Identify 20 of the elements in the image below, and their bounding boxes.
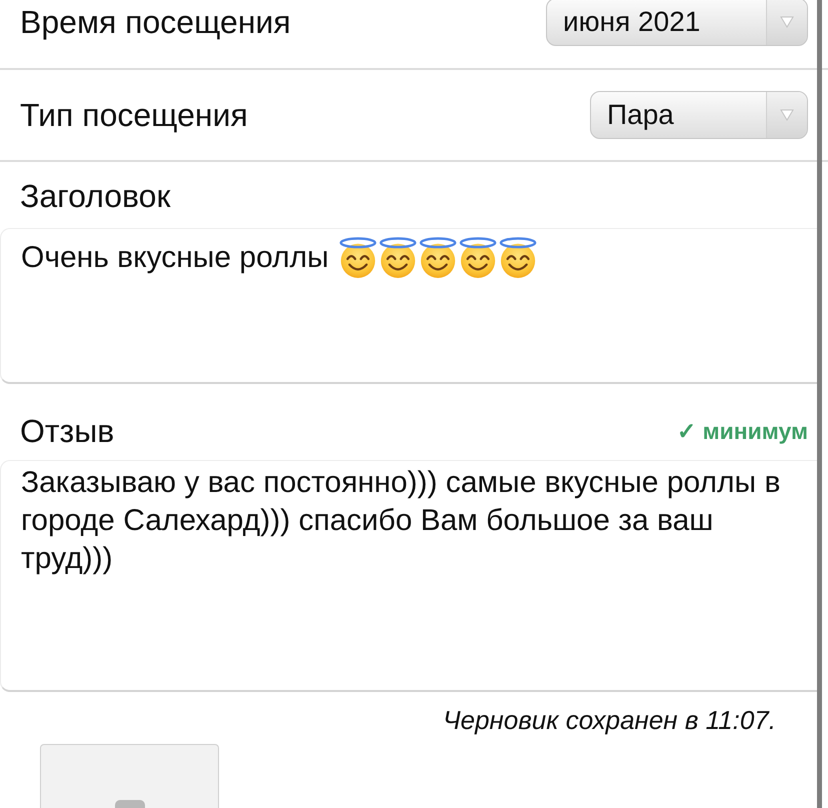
smiling-face-with-halo-icon (338, 237, 377, 279)
dropdown[interactable]: июня 2021 (546, 0, 808, 46)
caret-icon (780, 16, 794, 28)
smiling-face-with-halo-icon (458, 237, 497, 279)
validation-status: ✓ минимум (677, 417, 808, 446)
field-label: Тип посещения (19, 97, 248, 133)
review-input[interactable]: Заказываю у вас постоянно))) самые вкусные роллы в городе Салехард))) спасибо Вам большое за ваш труд))) (0, 460, 818, 692)
title-input[interactable]: Очень вкусные роллы (0, 228, 818, 384)
field-label: Отзыв (19, 413, 114, 449)
field-label: Заголовок (19, 178, 172, 214)
caret-icon (780, 109, 794, 121)
smiling-face-with-halo-icon (498, 237, 537, 279)
upload-tile[interactable] (40, 744, 219, 808)
dropdown[interactable]: Пара (590, 91, 808, 139)
smiling-face-with-halo-icon (378, 237, 417, 279)
smiling-face-with-halo-icon (418, 237, 457, 279)
field-label: Время посещения (19, 4, 291, 40)
review-text: Заказываю у вас постоянно))) самые вкусные роллы в городе Салехард))) спасибо Вам большое за ваш труд))) (21, 465, 782, 577)
title-text: Очень вкусные роллы (21, 240, 329, 276)
draft-status: Черновик сохранен в 11:07. (442, 705, 776, 735)
